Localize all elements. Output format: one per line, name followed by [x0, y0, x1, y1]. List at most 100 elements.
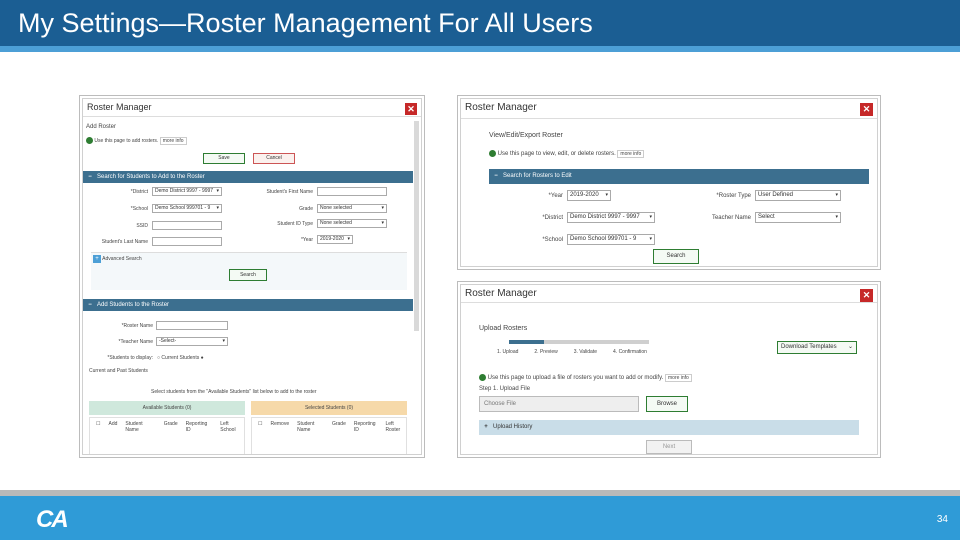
- district-select[interactable]: Demo District 9997 - 9997 ▾: [567, 212, 655, 223]
- window-title: Roster Manager: [465, 288, 537, 299]
- close-icon[interactable]: ✕: [860, 103, 873, 116]
- expand-icon[interactable]: +: [479, 420, 493, 435]
- last-name-input[interactable]: [152, 237, 222, 246]
- ssid-label: SSID: [136, 223, 148, 229]
- view-roster-heading: View/Edit/Export Roster: [489, 132, 563, 139]
- search-rosters-section-bar[interactable]: − Search for Rosters to Edit: [489, 169, 869, 184]
- column-header[interactable]: Reporting ID: [354, 421, 378, 433]
- footer-gray-bar: [0, 490, 960, 496]
- upload-roster-window: Roster Manager ✕ Upload Rosters 1. Uploa…: [457, 281, 881, 458]
- available-students-header: Available Students (0): [89, 401, 245, 415]
- info-icon: [489, 150, 496, 157]
- roster-type-select[interactable]: User Defined ▾: [755, 190, 841, 201]
- collapse-icon[interactable]: −: [492, 169, 500, 184]
- checkbox[interactable]: ☐: [258, 421, 262, 433]
- teacher-name-label: *Teacher Name: [118, 339, 153, 345]
- window-titlebar: Roster Manager ✕: [461, 99, 877, 119]
- last-name-label: Student's Last Name: [101, 239, 148, 245]
- column-header[interactable]: Grade: [164, 421, 178, 433]
- column-header[interactable]: Reporting ID: [186, 421, 213, 433]
- column-header[interactable]: Left School: [220, 421, 244, 433]
- roster-type-label: *Roster Type: [716, 193, 751, 199]
- first-name-label: Student's First Name: [266, 189, 313, 195]
- more-info-button[interactable]: more info: [665, 374, 692, 383]
- district-select[interactable]: Demo District 9997 - 9997 ▾: [152, 187, 222, 196]
- close-icon[interactable]: ✕: [860, 289, 873, 302]
- roster-name-label: *Roster Name: [121, 323, 153, 329]
- current-students-radio[interactable]: ○ Current Students ●: [157, 355, 204, 361]
- browse-button[interactable]: Browse: [646, 396, 688, 412]
- save-button[interactable]: Save: [203, 153, 245, 164]
- choose-file-input[interactable]: Choose File: [479, 396, 639, 412]
- ssid-input[interactable]: [152, 221, 222, 230]
- student-id-type-select[interactable]: None selected ▾: [317, 219, 387, 228]
- search-button[interactable]: Search: [653, 249, 699, 264]
- column-header[interactable]: Student Name: [125, 421, 155, 433]
- step-confirmation: 4. Confirmation: [613, 349, 647, 355]
- info-text: Use this page to view, edit, or delete r…: [497, 151, 616, 158]
- district-label: *District: [130, 189, 148, 195]
- first-name-input[interactable]: [317, 187, 387, 196]
- grade-select[interactable]: None selected ▾: [317, 204, 387, 213]
- search-button[interactable]: Search: [229, 269, 267, 281]
- students-display-label: *Students to display:: [107, 355, 153, 361]
- step-upload: 1. Upload: [497, 349, 519, 355]
- info-text: Use this page to upload a file of roster…: [487, 375, 664, 382]
- column-header[interactable]: Grade: [332, 421, 346, 433]
- view-roster-window: Roster Manager ✕ View/Edit/Export Roster…: [457, 95, 881, 270]
- teacher-name-select[interactable]: -Select- ▾: [156, 337, 228, 346]
- add-roster-heading: Add Roster: [86, 124, 117, 130]
- year-label: *Year: [548, 193, 563, 199]
- search-students-section-bar[interactable]: − Search for Students to Add to the Roste…: [83, 171, 413, 183]
- search-section-title: Search for Rosters to Edit: [503, 173, 572, 179]
- column-header[interactable]: Add: [108, 421, 117, 433]
- column-header[interactable]: Left Roster: [385, 421, 406, 433]
- step-preview: 2. Preview: [534, 349, 558, 355]
- chevron-down-icon: ⌄: [847, 344, 853, 350]
- selected-students-header: Selected Students (0): [251, 401, 407, 415]
- slide-footer: CA 34: [0, 490, 960, 540]
- add-roster-window: Roster Manager ✕ Add Roster Use this pag…: [79, 95, 425, 458]
- school-label: *School: [130, 206, 148, 212]
- info-icon: [479, 374, 486, 381]
- cancel-button[interactable]: Cancel: [253, 153, 295, 164]
- advanced-search-label[interactable]: Advanced Search: [102, 256, 141, 262]
- year-select[interactable]: 2019-2020 ▾: [317, 235, 353, 244]
- school-label: *School: [542, 237, 563, 243]
- upload-history-bar[interactable]: + Upload History: [479, 420, 859, 435]
- step-title: Step 1. Upload File: [479, 386, 531, 392]
- school-select[interactable]: Demo School 999701 - 9 ▾: [152, 204, 222, 213]
- add-section-title: Add Students to the Roster: [97, 302, 170, 308]
- scrollbar[interactable]: [414, 121, 419, 331]
- checkbox[interactable]: ☐: [96, 421, 100, 433]
- download-templates-button[interactable]: Download Templates ⌄: [777, 341, 857, 354]
- selected-students-table: ☐ Remove Student Name Grade Reporting ID…: [251, 417, 407, 454]
- teacher-name-select[interactable]: Select ▾: [755, 212, 841, 223]
- add-students-section-bar[interactable]: − Add Students to the Roster: [83, 299, 413, 311]
- year-select[interactable]: 2019-2020 ▾: [567, 190, 611, 201]
- close-icon[interactable]: ✕: [405, 103, 417, 115]
- school-select[interactable]: Demo School 999701 - 9 ▾: [567, 234, 655, 245]
- info-text: Use this page to add rosters.: [94, 138, 159, 144]
- expand-icon[interactable]: +: [93, 255, 101, 263]
- current-past-students-radio[interactable]: Current and Past Students: [89, 368, 148, 374]
- available-students-table: ☐ Add Student Name Grade Reporting ID Le…: [89, 417, 245, 454]
- page-number: 34: [936, 514, 948, 525]
- more-info-button[interactable]: more info: [159, 137, 187, 145]
- grade-label: Grade: [299, 206, 313, 212]
- window-titlebar: Roster Manager ✕: [461, 285, 877, 303]
- collapse-icon[interactable]: −: [86, 171, 94, 183]
- progress-steps: [509, 340, 649, 344]
- next-button[interactable]: Next: [646, 440, 692, 454]
- window-title: Roster Manager: [87, 102, 152, 112]
- district-label: *District: [542, 215, 563, 221]
- progress-fill: [509, 340, 544, 344]
- collapse-icon[interactable]: −: [86, 299, 94, 311]
- logo: CA: [36, 506, 69, 533]
- more-info-button[interactable]: more info: [617, 150, 645, 159]
- column-header[interactable]: Remove: [270, 421, 289, 433]
- window-titlebar: Roster Manager ✕: [83, 99, 421, 117]
- slide-header: My Settings—Roster Management For All Us…: [0, 0, 960, 52]
- column-header[interactable]: Student Name: [297, 421, 324, 433]
- roster-name-input[interactable]: [156, 321, 228, 330]
